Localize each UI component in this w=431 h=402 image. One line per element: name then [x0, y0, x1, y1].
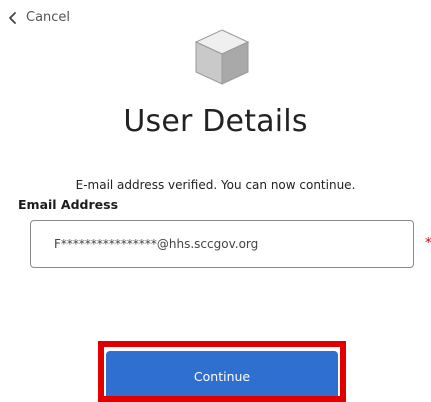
cancel-link[interactable]: Cancel — [6, 10, 70, 25]
verification-message: E-mail address verified. You can now con… — [75, 178, 356, 192]
email-label: Email Address — [18, 197, 119, 212]
page-title: User Details — [123, 104, 308, 139]
email-value: F****************@hhs.sccgov.org — [54, 237, 259, 251]
cube-icon — [194, 29, 250, 85]
highlight-box — [98, 341, 346, 402]
chevron-left-icon — [9, 11, 16, 24]
email-field[interactable]: F****************@hhs.sccgov.org — [30, 220, 414, 268]
cancel-label: Cancel — [26, 10, 71, 25]
required-marker: * — [425, 236, 431, 251]
